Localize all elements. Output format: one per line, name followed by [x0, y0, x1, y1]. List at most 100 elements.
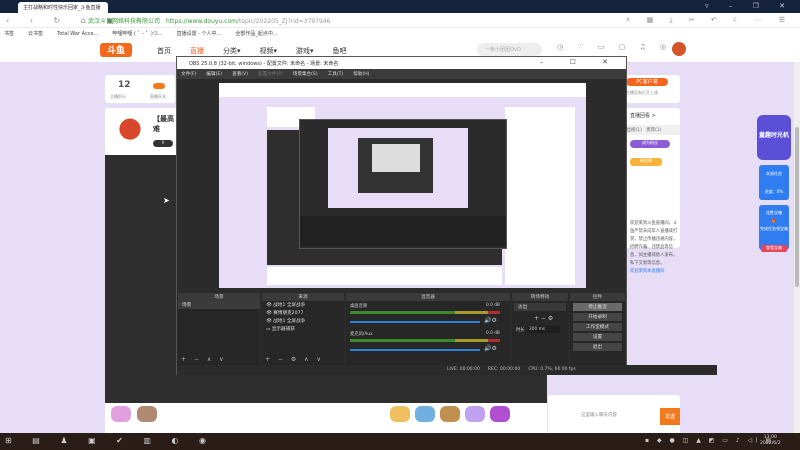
window-controls[interactable]: ▿ – ❐ ✕ [705, 2, 794, 10]
url-field[interactable]: 武汉斗鱼网络科技有限公司 https://www.douyu.com/topic/… [88, 16, 330, 25]
obs-docks: 场景 场景 + − ∧ ∨ 来源 👁 战地1 全屏战争 👁 赛博朋克2077 👁… [177, 293, 626, 365]
menu-file[interactable]: 文件(F) [181, 72, 196, 77]
scroll-thumb[interactable] [795, 127, 799, 287]
mixer-dock: 混音器 桌面音频 0.0 dB 🔊⚙ 麦克风/Aux 0.0 dB 🔊⚙ [346, 293, 510, 365]
gift-icon[interactable] [111, 406, 131, 422]
chest-panel[interactable]: 连胜宝箱 🎁 完成任务领宝箱 [759, 205, 789, 250]
streamer-avatar[interactable] [115, 112, 145, 150]
transitions-header: 转场特效 [512, 293, 568, 301]
gift-icon[interactable] [440, 406, 460, 422]
bookmark[interactable]: 直播设置 - 个人中... [177, 31, 222, 37]
clock[interactable]: 13:00 2022/6/2 [760, 435, 781, 447]
browser-tab-strip: 主打战略和时性快乐回家_斗鱼直播 ▿ – ❐ ✕ [0, 0, 800, 13]
obs-window: OBS 25.0.8 (32-bit, windows) - 配置文件: 未命名… [176, 56, 717, 375]
nav-home[interactable]: 首页 [157, 47, 171, 55]
gift-icon[interactable] [137, 406, 157, 422]
obs-preview[interactable] [219, 83, 586, 288]
task-panel[interactable]: 本周任务进度：0% [759, 165, 789, 200]
stat-label: 主播积分 [110, 94, 126, 99]
nav-video[interactable]: 视频▾ [260, 47, 278, 55]
source-item[interactable]: 👁 战地1 全屏战争 [262, 301, 344, 309]
page-scrollbar[interactable] [794, 62, 800, 433]
url-path: /topic/202205_ZJ?rid=3797946 [236, 18, 331, 25]
mixer-mic-label: 麦克风/Aux [350, 332, 373, 337]
gift-icon[interactable] [490, 406, 510, 422]
menu-tools[interactable]: 工具(T) [328, 72, 344, 77]
menu-profile[interactable]: 配置文件(P) [258, 72, 283, 77]
url-org: 武汉斗鱼网络科技有限公司 [88, 18, 161, 25]
toggle-label: 直播开关 [150, 94, 166, 99]
settings-button[interactable]: 设置 [573, 333, 622, 341]
mixer-desktop-label: 桌面音频 [350, 304, 368, 309]
notice-text: 欢迎来到斗鱼直播间，斗鱼严禁未成年人直播或打赏，禁止传播违规内容，招聘诈骗、违禁… [630, 221, 678, 266]
exit-button[interactable]: 退出 [573, 343, 622, 351]
taskbar-app-icons[interactable]: ⊞ ▤ ♟ ▣ ✔ ▥ ◐ ◉ [5, 436, 215, 445]
avatar[interactable] [672, 42, 686, 56]
system-tray-icons[interactable]: ▪ ◆ ● ◫ ▲ ◩ ▭ ♪ ◁) ▤ [645, 437, 774, 444]
speaker-gear-icon[interactable]: 🔊⚙ [484, 345, 497, 352]
event-banner[interactable]: 童趣时光机 [757, 115, 791, 160]
header-icons[interactable]: ◷ ♡ ▭ ▢ ♫ ◎ [557, 43, 672, 51]
menu-edit[interactable]: 编辑(E) [206, 72, 222, 77]
view-chest-button[interactable]: 查看宝箱 [761, 245, 787, 252]
gift-icon[interactable] [415, 406, 435, 422]
menu-help[interactable]: 帮助(H) [353, 72, 369, 77]
gift-icon[interactable] [465, 406, 485, 422]
mixer-mic-db: 0.0 dB [486, 331, 500, 336]
v-button[interactable]: V [153, 140, 173, 147]
source-name: 显示器捕获 [271, 327, 295, 332]
source-name: 战地1 全屏战争 [273, 303, 306, 308]
speaker-gear-icon[interactable]: 🔊⚙ [484, 317, 497, 324]
preview-browser-bar [219, 83, 586, 97]
transition-buttons-icon[interactable]: + − ⚙ [534, 315, 553, 322]
scene-buttons-icon[interactable]: + − ∧ ∨ [181, 356, 227, 363]
task-progress: 进度：0% [764, 189, 784, 194]
pc-client-button[interactable]: PC客户端 [626, 78, 668, 86]
gift-icon[interactable] [390, 406, 410, 422]
source-item[interactable]: ▭ 显示器捕获 [262, 325, 344, 333]
search-input[interactable]: 一条小团团OvO [477, 43, 542, 56]
obs-window-controls[interactable]: – ☐ ✕ [540, 58, 620, 66]
bookmark[interactable]: 哔哩哔哩 ( ゜- ゜)つ... [112, 31, 162, 37]
bookmark[interactable]: 云书签 [28, 31, 43, 37]
stat-value: 12 [118, 80, 131, 90]
mic-volume-slider[interactable] [350, 349, 480, 351]
nav-game[interactable]: 游戏▾ [296, 47, 314, 55]
douyu-logo[interactable]: 斗鱼 [100, 43, 132, 57]
source-item[interactable]: 👁 战地1 全屏战争 [262, 317, 344, 325]
replay-link[interactable]: 直播回看 > [630, 112, 656, 119]
transition-select[interactable]: 淡出 [514, 303, 566, 311]
live-toggle[interactable] [153, 83, 165, 89]
duration-input[interactable]: 300 ms [528, 326, 560, 333]
nav-yuba[interactable]: 鱼吧 [333, 47, 347, 55]
main-nav: 首页 直播 分类▾ 视频▾ 游戏▾ 鱼吧 [157, 46, 366, 56]
source-buttons-icon[interactable]: + − ⚙ ∧ ∨ [265, 356, 324, 363]
scene-item[interactable]: 场景 [178, 301, 260, 309]
fan-badge[interactable]: 粉丝牌 [630, 158, 662, 166]
bookmark[interactable]: 全部作品_起点中... [235, 31, 277, 37]
tab-vip[interactable]: 贵宾(1) [646, 128, 661, 133]
chat-input[interactable]: 这里输入聊天内容 [578, 409, 668, 423]
task-title: 本周任务 [766, 171, 782, 176]
desktop-audio-meter [350, 311, 500, 314]
bookmark[interactable]: 书签 [4, 31, 14, 37]
desktop-volume-slider[interactable] [350, 321, 480, 323]
menu-scene-collection[interactable]: 场景集合(S) [293, 72, 318, 77]
nav-category[interactable]: 分类▾ [223, 47, 241, 55]
start-recording-button[interactable]: 开始录制 [573, 313, 622, 321]
send-button[interactable]: 发送 [660, 408, 680, 425]
become-fan-button[interactable]: 成为粉丝 [630, 140, 670, 148]
event-widget: 童趣时光机 本周任务进度：0% 连胜宝箱 🎁 完成任务领宝箱 查看宝箱 [757, 105, 791, 255]
browser-tab[interactable]: 主打战略和时性快乐回家_斗鱼直播 [18, 2, 108, 13]
studio-mode-button[interactable]: 工作室模式 [573, 323, 622, 331]
browser-toolbar-icons[interactable]: ⚡ ▦ ⤓ ✂ ↶ ☾ ⋯ ☰ [626, 16, 792, 25]
source-name: 战地1 全屏战争 [273, 319, 306, 324]
time: 13:00 [763, 435, 777, 440]
bookmark[interactable]: Total War Acce... [57, 31, 98, 37]
source-item[interactable]: 👁 赛博朋克2077 [262, 309, 344, 317]
stop-streaming-button[interactable]: 停止推流 [573, 303, 622, 311]
nav-live[interactable]: 直播 [190, 47, 204, 55]
menu-view[interactable]: 查看(V) [232, 72, 248, 77]
preview-gift-bar [267, 267, 502, 285]
preview-obs-docks [300, 216, 506, 246]
